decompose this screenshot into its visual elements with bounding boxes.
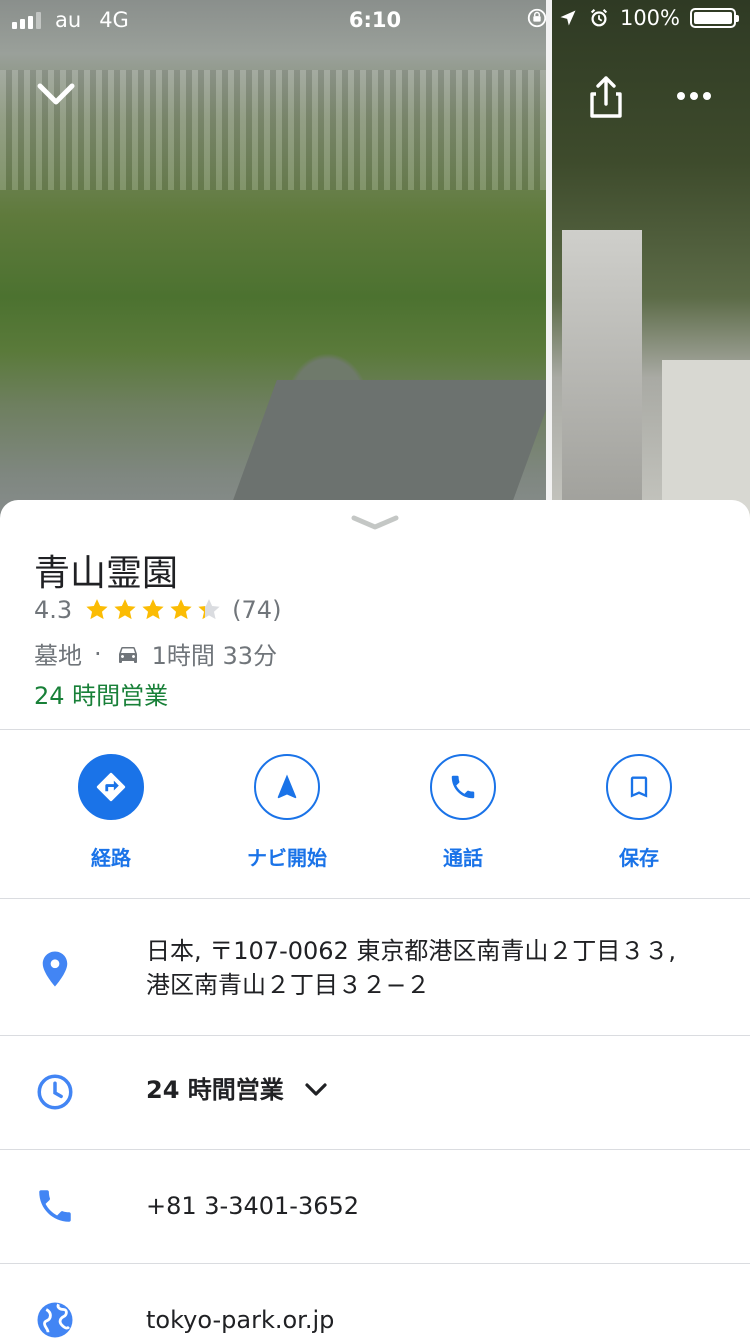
divider [0,729,750,730]
phone-icon [430,754,496,820]
navigation-label: ナビ開始 [247,846,327,870]
star-icon [170,599,192,620]
address-line-1: 日本, 〒107-0062 東京都港区南青山２丁目３３, [146,937,677,965]
call-label: 通話 [443,846,483,870]
collapse-chevron-icon[interactable] [36,80,76,110]
meta-separator: · [94,639,102,668]
hours-label: 24 時間営業 [146,1076,284,1104]
website-link[interactable]: tokyo-park.or.jp [146,1303,334,1337]
share-icon[interactable] [588,74,624,120]
location-arrow-icon [560,10,576,26]
alarm-icon [590,8,608,27]
open-status: 24 時間営業 [34,682,169,710]
directions-label: 経路 [91,846,131,870]
hours-text: 24 時間営業 [146,1073,328,1107]
status-right: 100% [526,6,739,30]
side-photo[interactable] [552,0,750,540]
hours-row[interactable]: 24 時間営業 [0,1035,750,1149]
star-icon [86,599,108,620]
save-label: 保存 [619,846,659,870]
expand-chevron-icon[interactable] [304,1082,328,1098]
save-button[interactable]: 保存 [551,754,727,871]
place-sheet[interactable]: 青山霊園 4.3 (74) 墓地 · 1時間 33分 24 時間営業 経路 ナビ… [0,500,750,1338]
globe-icon [37,1302,73,1338]
photo-gallery[interactable] [0,0,750,540]
phone-row[interactable]: +81 3-3401-3652 [0,1149,750,1263]
navigation-icon [254,754,320,820]
star-icon [142,599,164,620]
address-text: 日本, 〒107-0062 東京都港区南青山２丁目３３, 港区南青山２丁目３２−… [146,934,676,1002]
more-options-icon[interactable] [676,88,712,104]
address-line-2: 港区南青山２丁目３２−２ [146,971,431,999]
star-icon [198,599,220,620]
rating-value: 4.3 [34,596,73,624]
location-pin-icon [42,951,68,987]
sheet-handle-icon[interactable] [350,514,400,532]
rating-stars [84,597,222,623]
address-row[interactable]: 日本, 〒107-0062 東京都港区南青山２丁目３３, 港区南青山２丁目３２−… [0,898,750,1034]
orientation-lock-icon [527,8,547,28]
category-label: 墓地 [34,642,82,670]
meta-row: 墓地 · 1時間 33分 [34,636,277,671]
star-icon [114,599,136,620]
phone-icon [39,1190,71,1222]
battery-percent: 100% [619,6,680,30]
aerial-photo[interactable] [0,0,546,540]
call-button[interactable]: 通話 [375,754,551,871]
website-row[interactable]: tokyo-park.or.jp [0,1263,750,1343]
clock-icon [37,1074,73,1110]
directions-icon [78,754,144,820]
drive-time: 1時間 33分 [151,642,278,670]
car-icon [118,646,137,663]
place-title: 青山霊園 [34,553,179,594]
status-bar: au 4G 6:10 100% [0,0,750,40]
rating-row[interactable]: 4.3 (74) [34,596,281,624]
phone-number: +81 3-3401-3652 [146,1192,360,1220]
bookmark-icon [606,754,672,820]
review-count: (74) [232,596,282,624]
start-navigation-button[interactable]: ナビ開始 [199,754,375,871]
directions-button[interactable]: 経路 [23,754,199,871]
action-bar: 経路 ナビ開始 通話 保存 [0,754,750,874]
battery-icon [690,8,739,28]
